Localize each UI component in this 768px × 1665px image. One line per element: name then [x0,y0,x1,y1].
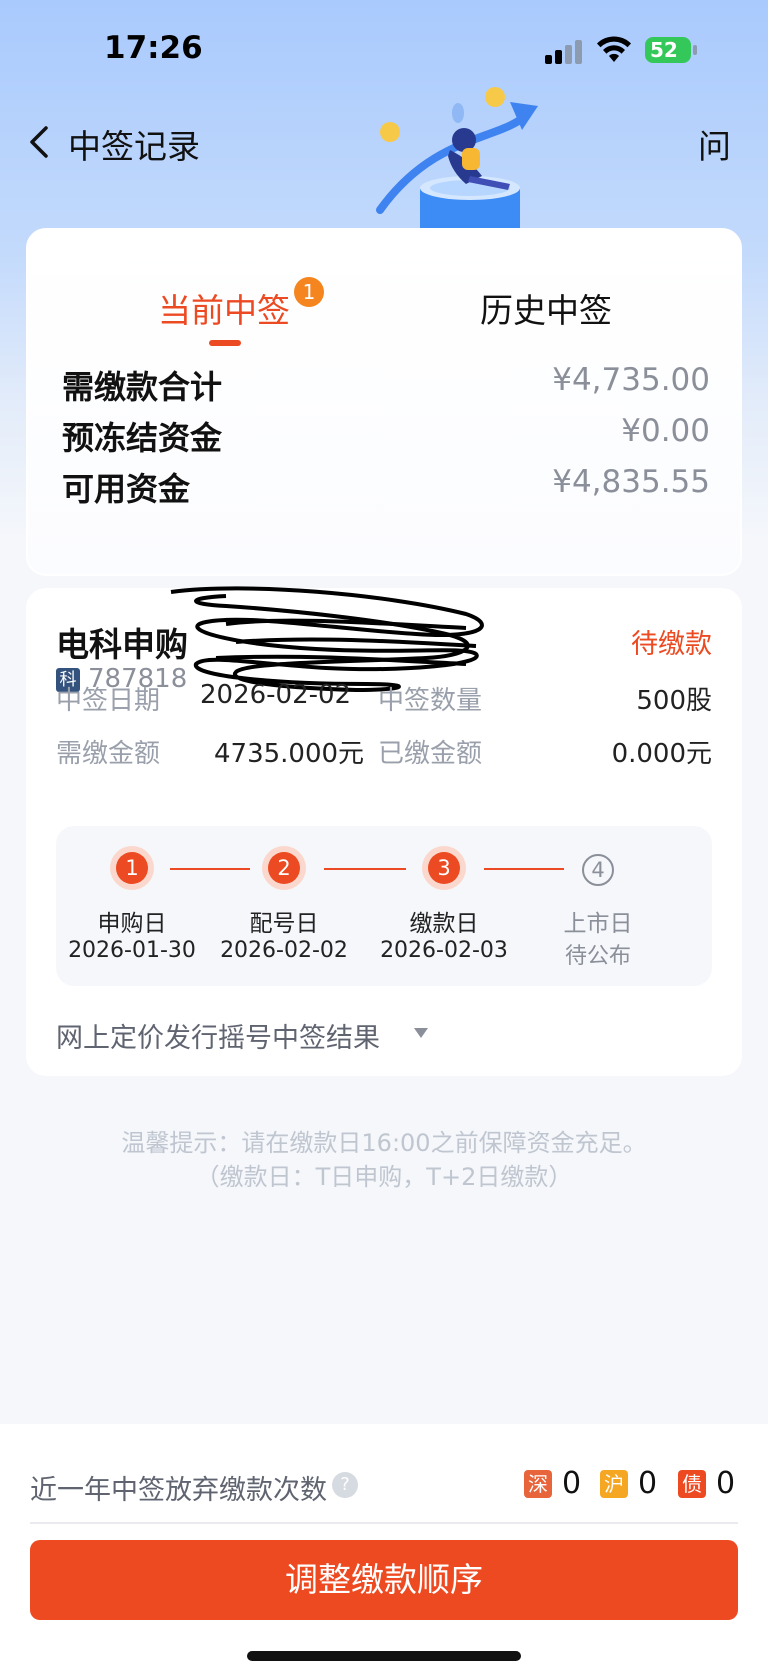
step-date: 2026-01-30 [68,938,196,963]
battery-level: 52 [645,37,691,63]
back-arrow-icon[interactable] [26,122,56,162]
summary-label: 可用资金 [62,470,191,508]
info-label: 中签数量 [378,686,483,716]
info-value: 4735.000元 [214,739,365,769]
progress-timeline: 1 2 3 4 申购日 2026-01-30 配号日 2026-02-02 缴款… [56,826,712,986]
step-date: 待公布 [564,944,631,969]
step-number: 3 [428,852,460,884]
step-number: 2 [268,852,300,884]
redaction-scribble [170,586,484,693]
status-time: 17:26 [104,30,203,66]
summary-value: ¥4,735.00 [552,362,710,398]
notice-line: （缴款日：T日申购，T+2日缴款） [195,1163,573,1191]
battery-icon: 52 [645,37,697,65]
step-date: 2026-02-03 [380,938,508,963]
cellular-signal-icon [545,40,583,64]
summary-card: 当前中签 1 历史中签 需缴款合计 ¥4,735.00 预冻结资金 ¥0.00 … [26,228,742,576]
step-number: 4 [582,854,614,886]
adjust-payment-order-button[interactable]: 调整缴款顺序 [30,1540,738,1620]
tab-history[interactable]: 历史中签 [480,284,612,332]
market-tag-bond: 债 [678,1470,706,1498]
info-value: 500股 [636,686,712,716]
notice-line: 温馨提示：请在缴款日16:00之前保障资金充足。 [121,1129,647,1157]
info-label: 已缴金额 [378,739,483,769]
summary-label: 需缴款合计 [62,368,223,406]
step-connector [170,868,250,870]
info-label: 中签日期 [56,686,161,716]
summary-row: 可用资金 ¥4,835.55 [62,464,710,508]
summary-row: 预冻结资金 ¥0.00 [62,413,710,457]
step-name: 缴款日 [409,911,479,937]
ipo-record-card[interactable]: 电科申购 待缴款 科 787818 中签日期 2026-02-02 中签数量 5… [26,586,742,1076]
step-date: 2026-02-02 [220,938,348,963]
caret-down-icon[interactable] [414,1028,428,1038]
step-name: 上市日 [563,911,633,937]
info-value: 0.000元 [611,739,712,769]
market-tag-sz: 深 [524,1470,552,1498]
info-value: 2026-02-02 [200,680,352,710]
tab-current[interactable]: 当前中签 [158,284,290,332]
question-icon[interactable]: ? [332,1472,358,1498]
wifi-icon [597,36,631,62]
summary-label: 预冻结资金 [62,419,223,457]
page-title: 中签记录 [68,127,200,166]
notice-text: 温馨提示：请在缴款日16:00之前保障资金充足。 （缴款日：T日申购，T+2日缴… [0,1126,768,1194]
step-connector [324,868,406,870]
step-number: 1 [116,852,148,884]
market-tag-sh: 沪 [600,1470,628,1498]
status-badge: 待缴款 [631,629,712,660]
lottery-result-link[interactable]: 网上定价发行摇号中签结果 [56,1016,380,1055]
help-button[interactable]: 问 [698,120,731,168]
market-count: 0 [638,1466,658,1501]
summary-value: ¥4,835.55 [552,464,710,500]
abandon-count-label: 近一年中签放弃缴款次数 [30,1475,327,1506]
bottom-panel: 近一年中签放弃缴款次数 ? 深 0 沪 0 债 0 调整缴款顺序 [0,1424,768,1665]
step-connector [484,868,564,870]
summary-value: ¥0.00 [621,413,710,449]
step-name: 申购日 [97,911,167,937]
header-illustration [376,87,538,230]
step-name: 配号日 [249,911,319,937]
info-label: 需缴金额 [56,739,161,769]
divider [30,1522,738,1524]
summary-row: 需缴款合计 ¥4,735.00 [62,362,710,406]
market-count: 0 [562,1466,582,1501]
tab-active-indicator [209,340,241,346]
home-indicator [247,1651,521,1661]
market-count: 0 [716,1466,736,1501]
tab-badge: 1 [294,277,324,307]
